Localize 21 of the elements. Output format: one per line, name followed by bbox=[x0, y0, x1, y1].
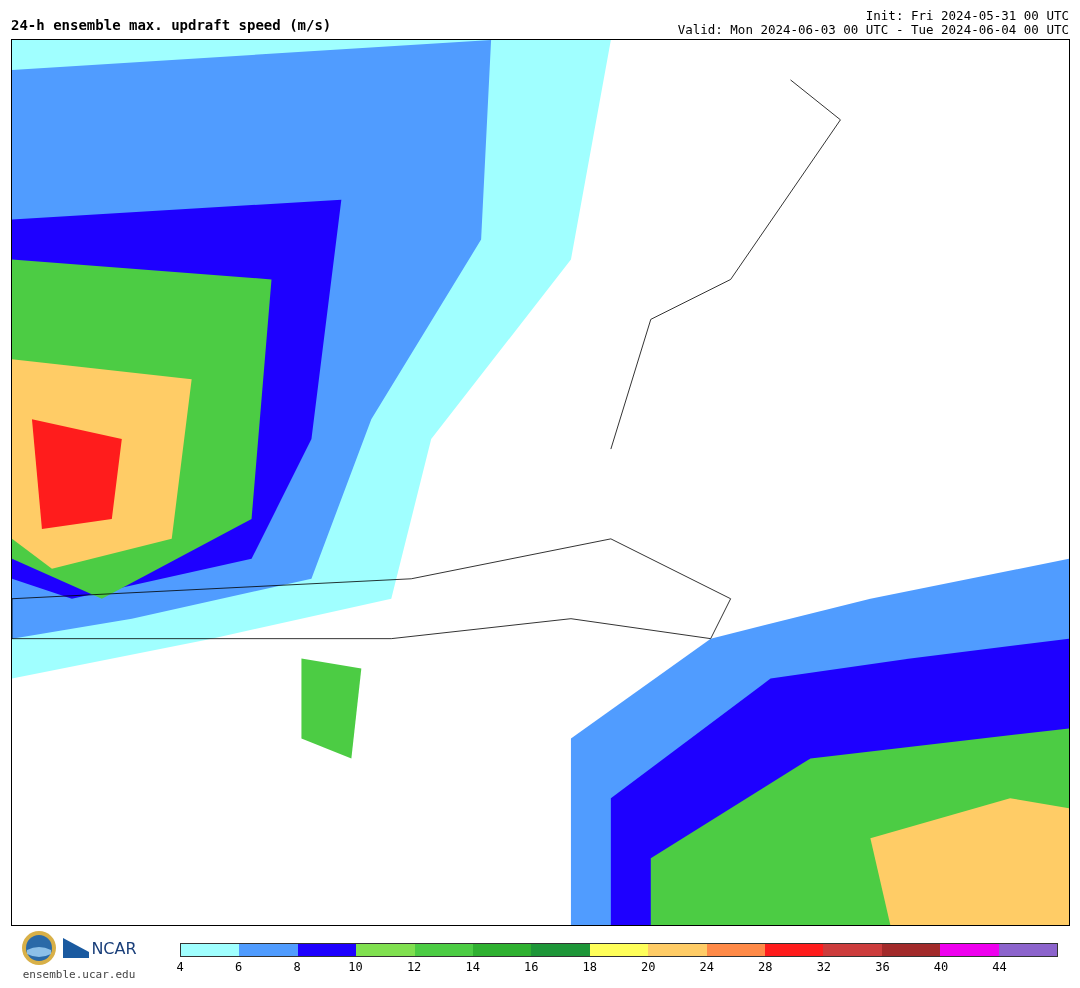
scale-label: 4 bbox=[176, 960, 184, 974]
site-url: ensemble.ucar.edu bbox=[22, 968, 136, 981]
scale-label: 8 bbox=[293, 960, 301, 974]
ncar-logo: NCAR bbox=[63, 938, 137, 958]
scale-label: 28 bbox=[758, 960, 773, 974]
scale-label: 14 bbox=[465, 960, 480, 974]
chart-title: 24-h ensemble max. updraft speed (m/s) bbox=[11, 17, 332, 35]
scale-label: 10 bbox=[348, 960, 363, 974]
scale-label: 16 bbox=[523, 960, 539, 974]
scale-label: 24 bbox=[699, 960, 714, 974]
valid-time: Valid: Mon 2024-06-03 00 UTC - Tue 2024-06-04 00 UTC bbox=[677, 23, 1069, 37]
globe-seal-icon bbox=[21, 930, 58, 966]
scale-label: 18 bbox=[582, 960, 597, 974]
scale-label: 12 bbox=[406, 960, 422, 974]
scale-label: 36 bbox=[875, 960, 890, 974]
scale-label: 40 bbox=[933, 960, 949, 974]
scale-label: 32 bbox=[816, 960, 832, 974]
scale-label: 6 bbox=[234, 960, 243, 974]
scale-label: 44 bbox=[992, 960, 1007, 974]
scale-label: 20 bbox=[641, 960, 656, 974]
init-time: Init: Fri 2024-05-31 00 UTC bbox=[865, 9, 1069, 23]
